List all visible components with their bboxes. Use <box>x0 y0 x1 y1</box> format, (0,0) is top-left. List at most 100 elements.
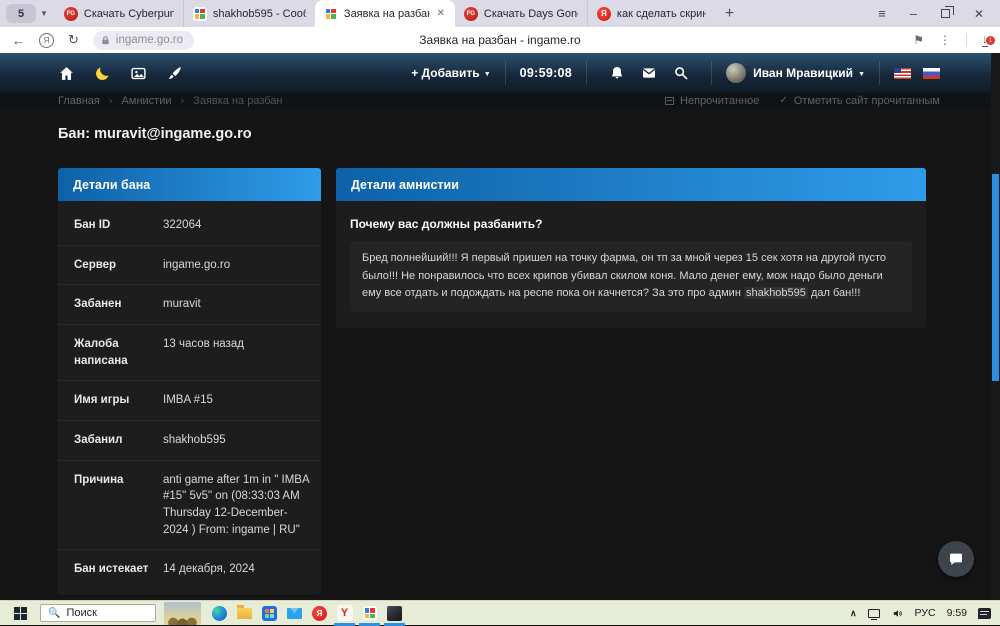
russian-language-flag[interactable] <box>923 68 940 79</box>
new-tab-button[interactable]: + <box>725 5 734 23</box>
row-value: IMBA #15 <box>157 392 321 409</box>
table-row: Жалоба написана 13 часов назад <box>58 324 321 380</box>
network-icon[interactable] <box>868 609 880 618</box>
row-label: Забанен <box>58 296 157 313</box>
breadcrumb-amnesties[interactable]: Амнистии <box>122 95 172 107</box>
tab-shakhob595[interactable]: shakhob595 - Сообщить о <box>183 0 315 27</box>
close-button[interactable]: ✕ <box>974 7 984 21</box>
row-value: anti game after 1m in " IMBA #15" 5v5" o… <box>157 472 321 539</box>
tab-unban-request-active[interactable]: Заявка на разбан - inga ✕ <box>315 0 455 27</box>
lock-icon <box>100 35 111 46</box>
row-label: Сервер <box>58 257 157 274</box>
notification-center-icon[interactable] <box>978 608 991 619</box>
page-title: Бан: muravit@ingame.go.ro <box>58 126 942 142</box>
volume-icon[interactable] <box>891 608 904 619</box>
english-language-flag[interactable] <box>894 68 911 79</box>
taskbar-file-explorer-icon[interactable] <box>232 601 257 626</box>
tab-cyberpunk[interactable]: FG Скачать Cyberpunk 2077 <box>55 0 183 27</box>
browser-menu-icon[interactable]: ≡ <box>878 6 886 21</box>
page-scrollbar-track[interactable] <box>991 53 1000 600</box>
admin-mention[interactable]: shakhob595 <box>744 287 808 299</box>
row-value: muravit <box>157 296 321 313</box>
keyboard-language[interactable]: РУС <box>915 607 936 619</box>
messages-envelope-icon[interactable] <box>641 65 657 81</box>
tab-title: Скачать Cyberpunk 2077 <box>84 8 174 20</box>
page-scrollbar-thumb[interactable] <box>992 174 999 381</box>
breadcrumb-actions: Непрочитанное ✓ Отметить сайт прочитанны… <box>665 95 940 107</box>
row-value: shakhob595 <box>157 432 321 449</box>
tab-title: Скачать Days Gone "Трей <box>484 8 578 20</box>
fg-site-favicon: FG <box>464 7 478 21</box>
server-clock: 09:59:08 <box>520 66 572 80</box>
taskbar-forum-app-icon-active[interactable] <box>357 601 382 626</box>
add-content-button[interactable]: + Добавить ▼ <box>411 66 490 80</box>
fg-site-favicon: FG <box>64 7 78 21</box>
bookmark-flag-icon[interactable]: ⚑ <box>913 33 924 47</box>
tab-close-icon[interactable]: ✕ <box>436 8 446 19</box>
amnesty-details-header: Детали амнистии <box>336 168 926 201</box>
amnesty-answer-text: Бред полнейший!!! Я первый пришел на точ… <box>350 241 912 312</box>
mark-site-read-button[interactable]: ✓ Отметить сайт прочитанным <box>779 95 940 107</box>
tab-screenshot-howto[interactable]: Я как сделать скриншот на <box>587 0 715 27</box>
minimize-button[interactable]: – <box>910 6 917 21</box>
taskbar-mail-icon[interactable] <box>282 601 307 626</box>
user-menu[interactable]: Иван Мравицкий ▼ <box>753 66 865 80</box>
window-controls: ≡ – ✕ <box>878 6 1000 21</box>
tray-clock[interactable]: 9:59 <box>947 607 967 619</box>
table-row: Сервер ingame.go.ro <box>58 245 321 285</box>
ban-details-card: Детали бана Бан ID 322064 Сервер ingame.… <box>58 168 321 595</box>
table-row: Бан ID 322064 <box>58 206 321 245</box>
table-row: Забанил shakhob595 <box>58 420 321 460</box>
divider <box>586 61 587 85</box>
ban-details-header: Детали бана <box>58 168 321 201</box>
table-row: Бан истекает 14 декабря, 2024 <box>58 549 321 589</box>
table-row: Причина anti game after 1m in " IMBA #15… <box>58 460 321 550</box>
taskbar-y-app-icon-active[interactable]: Y <box>332 601 357 626</box>
tab-title: как сделать скриншот на <box>617 8 706 20</box>
divider <box>505 61 506 85</box>
user-avatar[interactable] <box>726 63 746 83</box>
address-bar: ← Я ↻ ingame.go.ro Заявка на разбан - in… <box>0 27 1000 53</box>
breadcrumb-separator: › <box>109 95 113 107</box>
unread-filter[interactable]: Непрочитанное <box>665 95 759 107</box>
tab-counter-button[interactable]: 5 <box>6 4 36 23</box>
back-button-icon[interactable]: ← <box>12 33 25 48</box>
breadcrumb-home[interactable]: Главная <box>58 95 100 107</box>
add-button-label: + Добавить <box>411 66 479 80</box>
row-label: Жалоба написана <box>58 336 157 369</box>
tray-expand-chevron-icon[interactable]: ∧ <box>850 608 857 619</box>
restore-button[interactable] <box>941 9 950 18</box>
notifications-bell-icon[interactable] <box>609 65 625 81</box>
extensions-menu-icon[interactable]: ⋮ <box>939 33 951 47</box>
news-widget-thumbnail[interactable] <box>164 602 201 625</box>
taskbar-edge-icon[interactable] <box>207 601 232 626</box>
amnesty-details-body: Почему вас должны разбанить? Бред полней… <box>336 201 926 328</box>
taskbar-search-box[interactable]: 🔍 Поиск <box>40 604 156 622</box>
chat-fab-button[interactable] <box>938 541 974 577</box>
taskbar-store-icon[interactable] <box>257 601 282 626</box>
start-button[interactable] <box>0 601 40 626</box>
url-domain-text: ingame.go.ro <box>116 34 183 46</box>
refresh-icon[interactable]: ↻ <box>68 32 79 48</box>
downloads-icon[interactable]: ↓ 1 <box>982 33 988 47</box>
row-label: Причина <box>58 472 157 539</box>
row-label: Бан истекает <box>58 561 157 578</box>
unread-label: Непрочитанное <box>680 95 759 107</box>
tab-days-gone[interactable]: FG Скачать Days Gone "Трей <box>455 0 587 27</box>
theme-brush-icon[interactable] <box>166 65 183 82</box>
gallery-image-icon[interactable] <box>130 65 147 82</box>
url-field[interactable]: ingame.go.ro <box>93 31 194 50</box>
yandex-favicon: Я <box>597 7 611 21</box>
breadcrumb-current: Заявка на разбан <box>193 95 282 107</box>
forum-favicon <box>193 7 207 21</box>
night-mode-moon-icon[interactable] <box>94 65 111 82</box>
table-row: Имя игры IMBA #15 <box>58 380 321 420</box>
content-columns: Детали бана Бан ID 322064 Сервер ingame.… <box>58 168 942 595</box>
home-icon[interactable] <box>58 65 75 82</box>
taskbar-yandex-browser-icon[interactable]: Я <box>307 601 332 626</box>
yandex-profile-icon[interactable]: Я <box>39 33 54 48</box>
tab-list-chevron-icon[interactable]: ▼ <box>40 9 48 18</box>
download-badge: 1 <box>986 36 995 45</box>
search-icon[interactable] <box>673 65 689 81</box>
taskbar-dark-app-icon-active[interactable] <box>382 601 407 626</box>
